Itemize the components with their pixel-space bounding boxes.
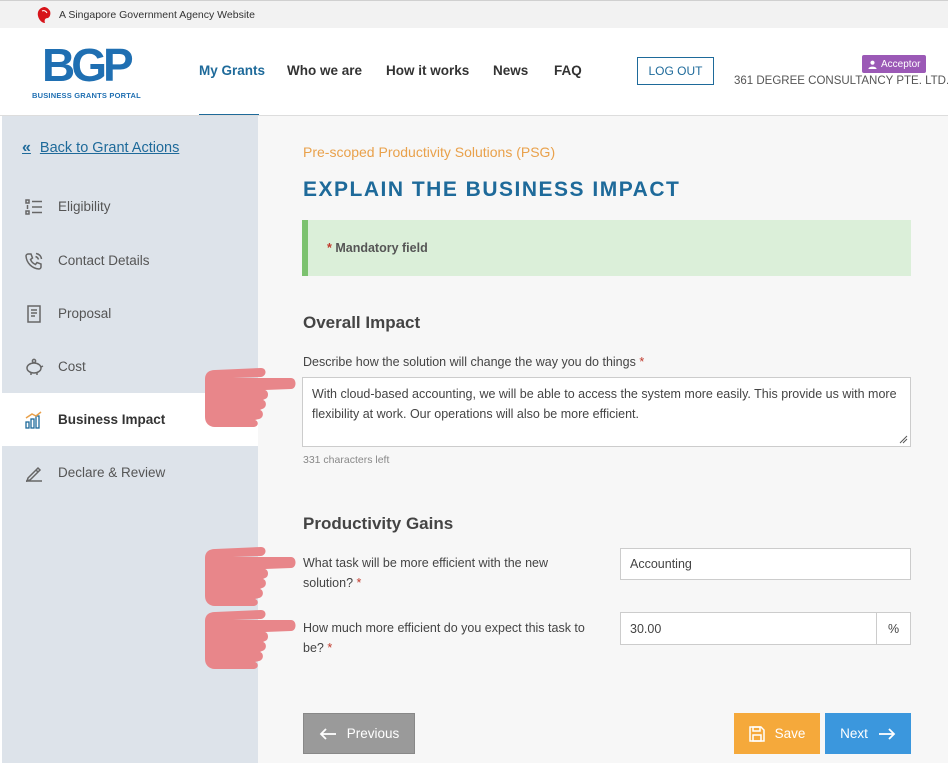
role-badge: Acceptor: [862, 55, 927, 73]
floppy-disk-icon: [748, 725, 765, 742]
arrow-right-icon: [878, 727, 896, 740]
back-to-grant-actions-link[interactable]: « Back to Grant Actions: [22, 139, 179, 157]
pen-icon: [24, 463, 44, 483]
sidebar-item-contact-details[interactable]: Contact Details: [2, 234, 258, 287]
back-link-label: Back to Grant Actions: [39, 140, 180, 156]
piggy-bank-icon: [24, 357, 44, 377]
required-asterisk: *: [327, 241, 336, 255]
user-icon: [868, 60, 877, 69]
percent-addon: %: [876, 613, 910, 644]
required-asterisk: *: [327, 641, 333, 655]
double-chevron-left-icon: «: [22, 139, 31, 156]
task-input-value: Accounting: [630, 557, 692, 571]
sidebar-item-label: Cost: [58, 359, 86, 374]
phone-icon: [24, 251, 44, 271]
mandatory-notice: * Mandatory field: [302, 220, 911, 276]
nav-faq[interactable]: FAQ: [554, 63, 582, 78]
nav-my-grants[interactable]: My Grants: [199, 63, 265, 78]
sidebar-item-label: Declare & Review: [58, 465, 166, 480]
sidebar-item-label: Eligibility: [58, 199, 111, 214]
sidebar-item-eligibility[interactable]: Eligibility: [2, 180, 258, 233]
pointing-hand-icon: [205, 610, 296, 669]
task-input[interactable]: Accounting: [620, 548, 911, 580]
task-label: What task will be more efficient with th…: [303, 553, 588, 593]
next-label: Next: [840, 726, 868, 741]
overall-impact-textarea[interactable]: With cloud-based accounting, we will be …: [302, 377, 911, 447]
role-label: Acceptor: [881, 58, 921, 70]
overall-impact-label: Describe how the solution will change th…: [303, 352, 644, 372]
lion-head-icon: [37, 7, 51, 23]
overall-impact-label-text: Describe how the solution will change th…: [303, 355, 636, 369]
char-count: 331 characters left: [303, 454, 390, 466]
mandatory-note-text: Mandatory field: [335, 241, 428, 255]
pointing-hand-icon: [205, 547, 296, 606]
bar-chart-icon: [24, 410, 44, 430]
sidebar-item-label: Proposal: [58, 306, 112, 321]
previous-label: Previous: [346, 726, 400, 741]
document-icon: [24, 304, 44, 324]
list-icon: [24, 197, 44, 217]
efficiency-input-group: 30.00 %: [620, 612, 911, 645]
save-button[interactable]: Save: [734, 713, 820, 754]
overall-impact-value: With cloud-based accounting, we will be …: [312, 387, 897, 421]
sidebar-item-proposal[interactable]: Proposal: [2, 287, 258, 340]
efficiency-input-value: 30.00: [630, 621, 662, 636]
efficiency-input[interactable]: 30.00: [621, 613, 876, 644]
logout-button[interactable]: LOG OUT: [637, 57, 714, 85]
task-label-text: What task will be more efficient with th…: [303, 556, 549, 590]
overall-impact-heading: Overall Impact: [303, 313, 421, 332]
required-asterisk: *: [639, 355, 645, 369]
gov-banner-text: A Singapore Government Agency Website: [59, 9, 255, 21]
nav-how-it-works[interactable]: How it works: [386, 63, 469, 78]
previous-button[interactable]: Previous: [303, 713, 415, 754]
scheme-name: Pre-scoped Productivity Solutions (PSG): [303, 144, 556, 160]
logo-subtitle: BUSINESS GRANTS PORTAL: [32, 91, 141, 100]
sidebar-item-declare-review[interactable]: Declare & Review: [2, 446, 258, 499]
sidebar-item-label: Business Impact: [58, 412, 166, 427]
main-content: Pre-scoped Productivity Solutions (PSG) …: [258, 116, 948, 763]
arrow-left-icon: [319, 727, 336, 740]
required-asterisk: *: [356, 576, 362, 590]
next-button[interactable]: Next: [825, 713, 911, 754]
sidebar-item-label: Contact Details: [58, 253, 150, 268]
productivity-gains-heading: Productivity Gains: [303, 514, 454, 533]
gov-banner: A Singapore Government Agency Website: [0, 0, 948, 28]
logo-mark: BGP: [42, 39, 134, 91]
save-label: Save: [774, 726, 806, 741]
efficiency-label: How much more efficient do you expect th…: [303, 618, 603, 658]
bgp-logo[interactable]: BGP BUSINESS GRANTS PORTAL: [32, 42, 144, 102]
page-title: EXPLAIN THE BUSINESS IMPACT: [303, 178, 681, 201]
resize-grip-icon[interactable]: [898, 434, 908, 444]
pointing-hand-icon: [205, 368, 296, 427]
nav-news[interactable]: News: [493, 63, 528, 78]
efficiency-label-text: How much more efficient do you expect th…: [303, 621, 585, 655]
nav-who-we-are[interactable]: Who we are: [287, 63, 362, 78]
site-header: BGP BUSINESS GRANTS PORTAL My Grants Who…: [0, 28, 948, 116]
company-name: 361 DEGREE CONSULTANCY PTE. LTD.: [734, 75, 948, 87]
